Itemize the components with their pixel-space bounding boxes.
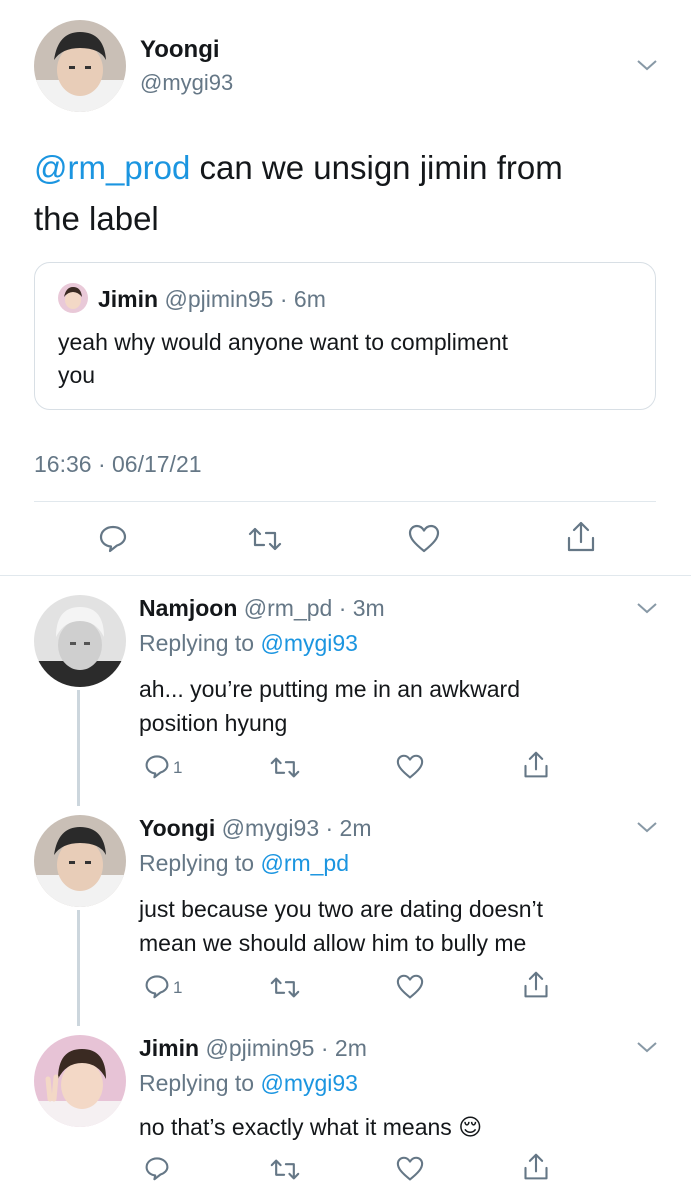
main-tweet-text-line1: can we unsign jimin from <box>190 149 563 186</box>
chevron-down-icon[interactable] <box>636 820 658 834</box>
chevron-down-icon[interactable] <box>636 1040 658 1054</box>
retweet-icon[interactable] <box>270 756 300 779</box>
avatar-namjoon[interactable] <box>34 595 126 687</box>
reply2-replying-to: Replying to @rm_pd <box>139 850 349 877</box>
quoted-tweet-text: yeah why would anyone want to compliment… <box>58 326 508 392</box>
avatar-yoongi-main[interactable] <box>34 20 126 112</box>
reply3-replying-to: Replying to @mygi93 <box>139 1070 358 1097</box>
share-icon[interactable] <box>522 970 550 1000</box>
like-icon[interactable] <box>396 974 424 1000</box>
share-icon[interactable] <box>522 1152 550 1182</box>
mention-link[interactable]: @rm_prod <box>34 149 190 186</box>
thread-line <box>77 690 80 806</box>
reply-icon[interactable] <box>98 523 128 553</box>
reply2-text-line2: mean we should allow him to bully me <box>139 930 527 956</box>
section-divider <box>0 575 691 576</box>
thread-line <box>77 910 80 1026</box>
avatar-jimin-quoted[interactable] <box>58 283 88 313</box>
reply2-text-line1: just because you two are dating doesn’t <box>139 896 544 922</box>
quoted-author-name[interactable]: Jimin <box>98 286 158 312</box>
quoted-header: Jimin @pjimin95 · 6m <box>98 286 326 313</box>
quoted-text-line1: yeah why would anyone want to compliment <box>58 329 509 355</box>
reply1-reply-count: 1 <box>173 758 183 777</box>
retweet-icon[interactable] <box>270 976 300 999</box>
reply2-text: just because you two are dating doesn’t … <box>139 892 543 960</box>
replying-to-link[interactable]: @mygi93 <box>260 630 358 656</box>
share-icon[interactable] <box>522 750 550 780</box>
reply1-author-meta[interactable]: @rm_pd · 3m <box>244 595 385 621</box>
divider <box>34 501 656 502</box>
like-icon[interactable] <box>396 754 424 780</box>
main-author-name[interactable]: Yoongi <box>140 36 220 64</box>
avatar-jimin[interactable] <box>34 1035 126 1127</box>
replying-to-link[interactable]: @mygi93 <box>260 1070 358 1096</box>
reply1-replying-to: Replying to @mygi93 <box>139 630 358 657</box>
reply2-author-meta[interactable]: @mygi93 · 2m <box>222 815 372 841</box>
reply3-author-name[interactable]: Jimin <box>139 1035 199 1061</box>
like-icon[interactable] <box>396 1156 424 1182</box>
chevron-down-icon[interactable] <box>636 601 658 615</box>
reply-icon[interactable] <box>144 973 170 999</box>
reply3-header: Jimin @pjimin95 · 2m <box>139 1035 367 1062</box>
retweet-icon[interactable] <box>248 526 282 552</box>
main-tweet-text-line2: the label <box>34 200 159 237</box>
main-author-handle[interactable]: @mygi93 <box>140 70 233 96</box>
reply-icon[interactable] <box>144 753 170 779</box>
like-icon[interactable] <box>408 524 440 554</box>
share-icon[interactable] <box>565 520 597 554</box>
replying-to-label: Replying to <box>139 630 261 656</box>
reply-icon[interactable] <box>144 1155 170 1181</box>
replying-to-label: Replying to <box>139 850 261 876</box>
reply1-text-line2: position hyung <box>139 710 288 736</box>
main-tweet-text: @rm_prod can we unsign jimin from the la… <box>34 142 654 244</box>
main-timestamp[interactable]: 16:36 · 06/17/21 <box>34 451 202 478</box>
chevron-down-icon[interactable] <box>636 58 658 72</box>
reply2-author-name[interactable]: Yoongi <box>139 815 215 841</box>
quoted-text-line2: you <box>58 362 96 388</box>
reply2-reply-count: 1 <box>173 978 183 997</box>
reply1-text: ah... you’re putting me in an awkward po… <box>139 672 520 740</box>
replying-to-link[interactable]: @rm_pd <box>260 850 349 876</box>
reply3-author-meta[interactable]: @pjimin95 · 2m <box>205 1035 366 1061</box>
reply3-text: no that’s exactly what it means 😌 <box>139 1110 482 1144</box>
reply1-header: Namjoon @rm_pd · 3m <box>139 595 385 622</box>
reply2-header: Yoongi @mygi93 · 2m <box>139 815 372 842</box>
replying-to-label: Replying to <box>139 1070 261 1096</box>
quoted-author-meta[interactable]: @pjimin95 · 6m <box>164 286 325 312</box>
retweet-icon[interactable] <box>270 1158 300 1181</box>
reply3-text-line1: no that’s exactly what it means <box>139 1114 452 1140</box>
relieved-face-emoji: 😌 <box>458 1114 483 1140</box>
avatar-yoongi[interactable] <box>34 815 126 907</box>
reply1-text-line1: ah... you’re putting me in an awkward <box>139 676 520 702</box>
reply1-author-name[interactable]: Namjoon <box>139 595 237 621</box>
